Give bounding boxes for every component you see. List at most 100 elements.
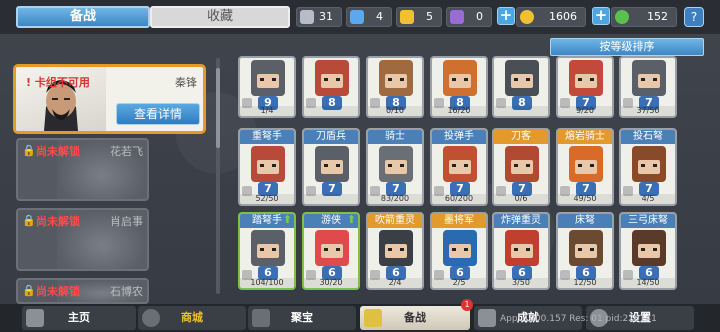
locked-hero-name: 花若飞 <box>110 145 143 158</box>
unit-card[interactable]: 刀客 7 0/6 <box>492 128 550 206</box>
unit-portrait <box>379 60 413 96</box>
unit-card-count <box>494 106 548 116</box>
unit-name: 床弩 <box>558 214 612 228</box>
home-icon <box>26 309 44 327</box>
unit-card-count <box>304 106 358 116</box>
hero-card-locked[interactable]: 🔒 尚未解锁 石博农 <box>16 278 149 304</box>
purple-card-icon <box>450 10 464 24</box>
unit-card[interactable]: 8 <box>492 56 550 118</box>
scroll-thumb[interactable] <box>216 68 220 148</box>
unit-card-count: 3/50 <box>494 278 548 288</box>
notification-badge: 1 <box>461 299 473 311</box>
hero-card-active[interactable]: ! 卡组不可用 秦锋 查看详情 <box>13 64 206 134</box>
unit-name: 骑士 <box>368 130 422 144</box>
tab-collection[interactable]: 收藏 <box>150 6 290 28</box>
view-details-button[interactable]: 查看详情 <box>116 103 200 125</box>
locked-status: 尚未解锁 <box>36 145 80 158</box>
hero-name: 秦锋 <box>175 76 197 89</box>
purple-card-counter: 0 <box>446 7 492 27</box>
unit-portrait <box>632 230 666 266</box>
unit-portrait <box>569 60 603 96</box>
unit-card[interactable]: 三弓床弩 6 14/50 <box>619 212 677 290</box>
lock-icon: 🔒 <box>22 284 36 297</box>
silver-card-icon <box>300 10 314 24</box>
locked-status: 尚未解锁 <box>36 285 80 298</box>
sort-by-level-button[interactable]: 按等级排序 <box>550 38 704 56</box>
unit-name: 刀盾兵 <box>304 130 358 144</box>
unit-card-count: 4/5 <box>621 194 675 204</box>
hero-list-scrollbar[interactable] <box>216 58 220 294</box>
unit-card-count: 104/100 <box>240 278 294 288</box>
unit-card[interactable]: 8 0/10 <box>366 56 424 118</box>
nav-treasure[interactable]: 聚宝 <box>248 306 356 330</box>
blue-card-counter: 4 <box>346 7 392 27</box>
unit-card-count: 0/6 <box>494 194 548 204</box>
unit-name: 投弹手 <box>432 130 486 144</box>
unit-portrait <box>251 230 285 266</box>
hero-status: ! 卡组不可用 <box>26 76 90 89</box>
unit-card[interactable]: 投弹手 7 60/200 <box>430 128 488 206</box>
blue-card-icon <box>350 10 364 24</box>
unit-card[interactable]: 刀盾兵 7 <box>302 128 360 206</box>
unit-portrait <box>251 60 285 96</box>
unit-name: 重弩手 <box>240 130 294 144</box>
nav-home[interactable]: 主页 <box>22 306 136 330</box>
debug-info: App: 1000.157 Res: 01 pid:226141 <box>500 314 657 324</box>
lock-icon: 🔒 <box>22 144 36 157</box>
unit-card[interactable]: 吹箭重灵 6 2/4 <box>366 212 424 290</box>
unit-name: 墨将军 <box>432 214 486 228</box>
unit-portrait <box>505 230 539 266</box>
unit-card[interactable]: 重弩手 7 52/50 <box>238 128 296 206</box>
unit-card-count: 60/200 <box>432 194 486 204</box>
deck-icon <box>364 309 382 327</box>
unit-card[interactable]: 床弩 6 12/50 <box>556 212 614 290</box>
help-button[interactable]: ? <box>684 7 704 27</box>
unit-portrait <box>379 230 413 266</box>
unit-card[interactable]: 骑士 7 83/200 <box>366 128 424 206</box>
unit-card-count: 16/20 <box>432 106 486 116</box>
achievement-icon <box>478 309 496 327</box>
unit-portrait <box>505 146 539 182</box>
unit-card-count: 83/200 <box>368 194 422 204</box>
unit-name: 刀客 <box>494 130 548 144</box>
unit-card[interactable]: 8 16/20 <box>430 56 488 118</box>
unit-card[interactable]: 游侠 ⬆ 6 30/20 <box>302 212 360 290</box>
unit-card[interactable]: 熔岩骑士 7 49/50 <box>556 128 614 206</box>
top-bar: 备战 收藏 31 4 5 0 + 1606 + 152 ? <box>0 0 720 34</box>
gold-card-icon <box>400 10 414 24</box>
unit-card[interactable]: 9 1/4 <box>238 56 296 118</box>
locked-hero-name: 石博农 <box>110 285 143 298</box>
unit-card[interactable]: 踏弩手 ⬆ 6 104/100 <box>238 212 296 290</box>
gold-card-counter: 5 <box>396 7 442 27</box>
coin-icon <box>520 10 534 24</box>
unit-card-count: 37/50 <box>621 106 675 116</box>
add-coin-button[interactable]: + <box>497 7 515 25</box>
add-gem-button[interactable]: + <box>592 7 610 25</box>
unit-card[interactable]: 7 9/20 <box>556 56 614 118</box>
hero-card-locked[interactable]: 🔒 尚未解锁 肖启事 <box>16 208 149 271</box>
unit-card-count <box>304 194 358 204</box>
tab-prepare[interactable]: 备战 <box>16 6 150 28</box>
unit-name: 三弓床弩 <box>621 214 675 228</box>
unit-portrait <box>315 230 349 266</box>
gem-counter: 152 <box>611 7 677 27</box>
unit-card[interactable]: 8 <box>302 56 360 118</box>
unit-card-count: 1/4 <box>240 106 294 116</box>
treasure-icon <box>252 309 270 327</box>
hero-card-locked[interactable]: 🔒 尚未解锁 花若飞 <box>16 138 149 201</box>
shop-icon <box>142 309 160 327</box>
nav-shop[interactable]: 商城 <box>138 306 246 330</box>
unit-card[interactable]: 投石弩 7 4/5 <box>619 128 677 206</box>
unit-portrait <box>569 230 603 266</box>
unit-card[interactable]: 墨将军 6 2/5 <box>430 212 488 290</box>
unit-card[interactable]: 炸弹重灵 6 3/50 <box>492 212 550 290</box>
unit-card-count: 49/50 <box>558 194 612 204</box>
unit-name: 炸弹重灵 <box>494 214 548 228</box>
unit-card-count: 30/20 <box>304 278 358 288</box>
unit-portrait <box>443 146 477 182</box>
lock-icon: 🔒 <box>22 214 36 227</box>
unit-card-count: 14/50 <box>621 278 675 288</box>
nav-prepare[interactable]: 备战 <box>360 306 470 330</box>
unit-card-count: 12/50 <box>558 278 612 288</box>
unit-card[interactable]: 7 37/50 <box>619 56 677 118</box>
